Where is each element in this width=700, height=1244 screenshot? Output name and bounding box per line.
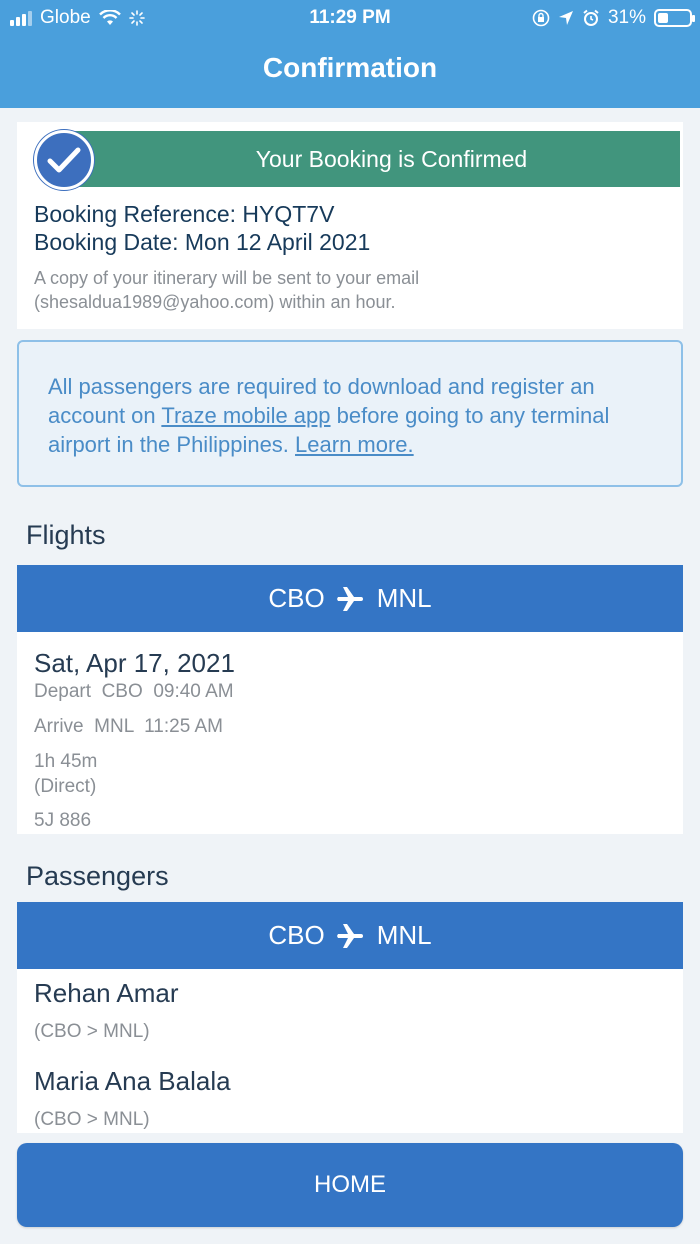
booking-date: Booking Date: Mon 12 April 2021: [34, 229, 371, 255]
confirmation-card: Your Booking is Confirmed Booking Refere…: [17, 122, 683, 329]
passenger-route-destination: MNL: [376, 920, 432, 950]
passenger-route-bar: CBO MNL: [17, 902, 683, 969]
traze-notice: All passengers are required to download …: [17, 340, 683, 487]
depart-info: Depart CBO 09:40 AM: [34, 681, 234, 702]
airplane-icon: [336, 923, 363, 948]
battery-percent: 31%: [607, 7, 646, 28]
learn-more-link[interactable]: Learn more.: [295, 432, 414, 457]
passengers-section-title: Passengers: [26, 861, 169, 891]
copy-note-line1: A copy of your itinerary will be sent to…: [34, 268, 420, 288]
flight-duration: 1h 45m: [34, 751, 98, 772]
status-bar: Globe 11:29 PM 31%: [0, 0, 700, 36]
flight-date: Sat, Apr 17, 2021: [34, 648, 235, 678]
orientation-lock-icon: [532, 9, 550, 27]
flight-route-bar: CBO MNL: [17, 565, 683, 632]
passenger-route-origin: CBO: [268, 920, 325, 950]
itinerary-email-note: A copy of your itinerary will be sent to…: [34, 266, 674, 314]
battery-icon: [654, 9, 695, 27]
flights-section-title: Flights: [26, 520, 106, 550]
copy-note-line2: (shesaldua1989@yahoo.com) within an hour…: [34, 292, 396, 312]
app-header: Globe 11:29 PM 31% Confirmation: [0, 0, 700, 108]
airplane-icon: [336, 586, 363, 611]
flight-stops: (Direct): [34, 776, 97, 797]
traze-app-link[interactable]: Traze mobile app: [161, 403, 330, 428]
passenger-list: Rehan Amar (CBO > MNL) Maria Ana Balala …: [17, 969, 683, 1133]
page-title: Confirmation: [262, 52, 438, 83]
arrive-info: Arrive MNL 11:25 AM: [34, 716, 224, 737]
passenger-name: Maria Ana Balala: [34, 1066, 231, 1096]
flight-destination: MNL: [376, 583, 432, 613]
location-icon: [558, 11, 573, 25]
home-button[interactable]: HOME: [17, 1143, 683, 1227]
passenger-route: (CBO > MNL): [34, 1021, 150, 1042]
checkmark-icon: [34, 130, 94, 190]
confirmed-banner: Your Booking is Confirmed: [63, 131, 680, 187]
passenger-name: Rehan Amar: [34, 978, 179, 1008]
alarm-icon: [583, 9, 599, 26]
flight-details-card: Sat, Apr 17, 2021 Depart CBO 09:40 AM Ar…: [17, 632, 683, 834]
booking-reference: Booking Reference: HYQT7V: [34, 201, 335, 227]
flight-origin: CBO: [268, 583, 325, 613]
flight-number: 5J 886: [34, 810, 92, 831]
passenger-route: (CBO > MNL): [34, 1109, 150, 1130]
